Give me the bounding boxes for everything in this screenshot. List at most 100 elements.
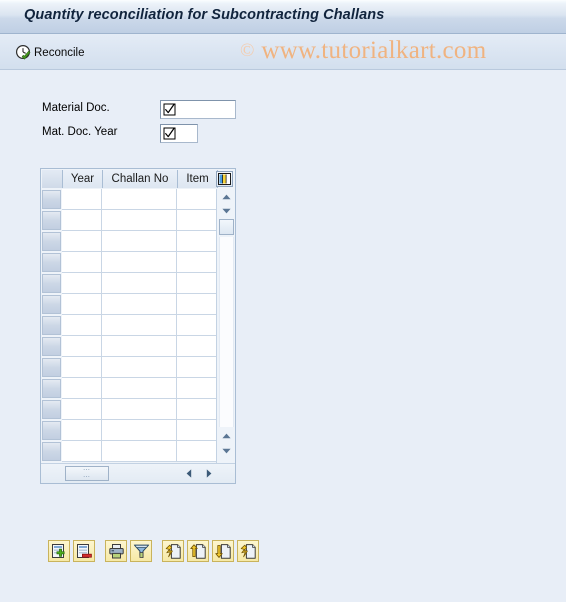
scroll-left-icon[interactable] [181, 466, 197, 481]
table-row[interactable] [41, 399, 217, 420]
column-header-year[interactable]: Year [63, 170, 103, 188]
table-row[interactable] [41, 252, 217, 273]
cell-challan-no[interactable] [102, 420, 177, 441]
required-check-icon [163, 127, 176, 140]
table-body [41, 189, 217, 463]
reconcile-button[interactable]: Reconcile [14, 41, 89, 64]
cell-item[interactable] [177, 189, 217, 210]
delete-row-button[interactable] [73, 540, 95, 562]
material-doc-input[interactable] [160, 100, 236, 119]
table-row[interactable] [41, 231, 217, 252]
table-row[interactable] [41, 315, 217, 336]
table-row[interactable] [41, 189, 217, 210]
table-row[interactable] [41, 378, 217, 399]
row-selector-button[interactable] [42, 421, 61, 440]
select-all-header[interactable] [42, 170, 63, 188]
cell-year[interactable] [62, 441, 102, 462]
cell-challan-no[interactable] [102, 252, 177, 273]
table-row[interactable] [41, 273, 217, 294]
cell-year[interactable] [62, 420, 102, 441]
cell-item[interactable] [177, 252, 217, 273]
cell-challan-no[interactable] [102, 189, 177, 210]
cell-item[interactable] [177, 231, 217, 252]
cell-item[interactable] [177, 399, 217, 420]
row-selector-button[interactable] [42, 253, 61, 272]
refresh-document-button[interactable] [162, 540, 184, 562]
cell-year[interactable] [62, 315, 102, 336]
cell-year[interactable] [62, 189, 102, 210]
cell-item[interactable] [177, 273, 217, 294]
row-selector-button[interactable] [42, 358, 61, 377]
print-icon [108, 543, 125, 560]
table-vertical-scrollbar[interactable] [216, 189, 235, 463]
row-selector-button[interactable] [42, 295, 61, 314]
download-document-button[interactable] [212, 540, 234, 562]
cell-item[interactable] [177, 294, 217, 315]
cell-item[interactable] [177, 357, 217, 378]
row-selector-button[interactable] [42, 400, 61, 419]
cell-item[interactable] [177, 378, 217, 399]
cell-year[interactable] [62, 252, 102, 273]
row-selector-button[interactable] [42, 379, 61, 398]
cell-item[interactable] [177, 420, 217, 441]
row-selector-button[interactable] [42, 442, 61, 461]
table-row[interactable] [41, 294, 217, 315]
table-horizontal-scrollbar[interactable]: ⋯ ⋯ [41, 463, 235, 483]
table-row[interactable] [41, 357, 217, 378]
column-header-challan-no[interactable]: Challan No [103, 170, 178, 188]
row-selector-button[interactable] [42, 274, 61, 293]
cell-year[interactable] [62, 357, 102, 378]
row-selector-button[interactable] [42, 190, 61, 209]
cell-challan-no[interactable] [102, 336, 177, 357]
cell-item[interactable] [177, 336, 217, 357]
sync-document-button[interactable] [237, 540, 259, 562]
cell-item[interactable] [177, 315, 217, 336]
scroll-page-up-icon[interactable] [219, 429, 234, 443]
challan-table: Year Challan No Item ⋯ ⋯ [40, 168, 236, 484]
upload-document-button[interactable] [187, 540, 209, 562]
insert-row-button[interactable] [48, 540, 70, 562]
filter-icon [133, 543, 150, 560]
scroll-up-icon[interactable] [219, 190, 234, 204]
cell-year[interactable] [62, 273, 102, 294]
cell-year[interactable] [62, 399, 102, 420]
table-row[interactable] [41, 336, 217, 357]
cell-year[interactable] [62, 231, 102, 252]
row-selector-button[interactable] [42, 211, 61, 230]
cell-challan-no[interactable] [102, 210, 177, 231]
scroll-down-icon[interactable] [219, 204, 234, 218]
cell-item[interactable] [177, 210, 217, 231]
cell-year[interactable] [62, 378, 102, 399]
cell-year[interactable] [62, 210, 102, 231]
cell-challan-no[interactable] [102, 441, 177, 462]
cell-year[interactable] [62, 336, 102, 357]
cell-challan-no[interactable] [102, 315, 177, 336]
cell-challan-no[interactable] [102, 378, 177, 399]
vertical-scroll-thumb[interactable] [219, 219, 234, 235]
scroll-page-down-icon[interactable] [219, 444, 234, 458]
table-header-row: Year Challan No Item [41, 169, 235, 189]
row-selector-button[interactable] [42, 316, 61, 335]
mat-doc-year-input[interactable] [160, 124, 198, 143]
cell-challan-no[interactable] [102, 357, 177, 378]
table-row[interactable] [41, 210, 217, 231]
cell-challan-no[interactable] [102, 273, 177, 294]
cell-challan-no[interactable] [102, 399, 177, 420]
document-sync-icon [240, 543, 257, 560]
cell-item[interactable] [177, 441, 217, 462]
table-settings-icon[interactable] [216, 171, 233, 187]
filter-button[interactable] [130, 540, 152, 562]
print-button[interactable] [105, 540, 127, 562]
cell-year[interactable] [62, 294, 102, 315]
cell-challan-no[interactable] [102, 294, 177, 315]
cell-challan-no[interactable] [102, 231, 177, 252]
vertical-scroll-track[interactable] [219, 237, 234, 427]
scroll-right-icon[interactable] [201, 466, 217, 481]
document-upload-icon [189, 543, 207, 560]
horizontal-scroll-thumb[interactable]: ⋯ ⋯ [65, 466, 109, 481]
column-header-item[interactable]: Item [178, 170, 218, 188]
row-selector-button[interactable] [42, 232, 61, 251]
row-selector-button[interactable] [42, 337, 61, 356]
table-row[interactable] [41, 420, 217, 441]
table-row[interactable] [41, 441, 217, 462]
